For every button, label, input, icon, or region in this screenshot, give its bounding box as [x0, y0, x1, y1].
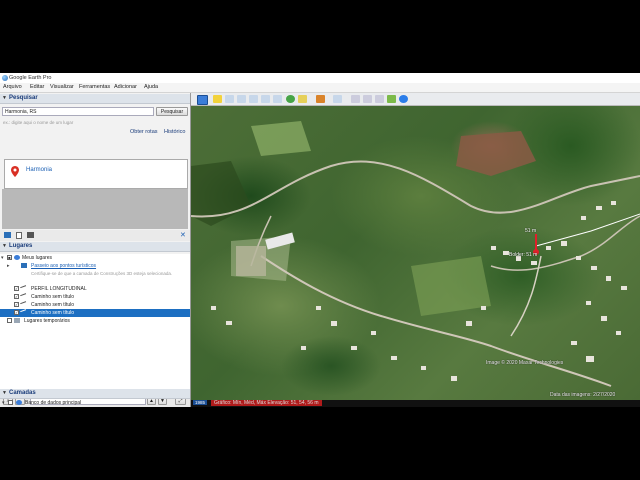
menu-adicionar[interactable]: Adicionar: [114, 84, 137, 90]
menu-bar: Arquivo Editar Visualizar Ferramentas Ad…: [0, 83, 640, 93]
checkbox[interactable]: ✓: [14, 286, 19, 291]
folder-icon[interactable]: [4, 232, 11, 238]
historical-imagery-icon[interactable]: [286, 95, 295, 103]
menu-arquivo[interactable]: Arquivo: [3, 84, 22, 90]
tree-item-profile[interactable]: ✓ PERFIL LONGITUDINAL: [0, 285, 190, 293]
tree-item-description: Certifique-se de que a camada de Constru…: [31, 271, 173, 276]
checkbox[interactable]: [7, 318, 12, 323]
checkbox[interactable]: ✓: [14, 310, 19, 315]
collapse-arrow-icon: ▼: [2, 243, 7, 249]
menu-visualizar[interactable]: Visualizar: [50, 84, 74, 90]
expand-icon[interactable]: ▸: [7, 263, 10, 269]
path-icon: [20, 293, 28, 301]
path-icon: [20, 285, 28, 293]
layers-item-label: Banco de dados principal: [25, 400, 82, 406]
earth-web-icon[interactable]: [399, 95, 408, 103]
status-bar: 1985 Gráfico: Mín, Méd, Máx Elevação: 51…: [191, 400, 640, 407]
google-earth-window: Google Earth Pro Arquivo Editar Visualiz…: [0, 73, 640, 407]
record-icon[interactable]: [273, 95, 282, 103]
placemark-icon[interactable]: [213, 95, 222, 103]
get-directions-link[interactable]: Obter rotas: [130, 129, 158, 135]
tree-item-label: PERFIL LONGITUDINAL: [31, 286, 87, 292]
search-button[interactable]: Pesquisar: [156, 107, 188, 116]
folder-icon: [21, 263, 27, 268]
layers-item-primary[interactable]: ▾ Banco de dados principal: [0, 399, 190, 407]
tree-item-temp[interactable]: Lugares temporários: [0, 317, 190, 325]
marker-caption: Bolder: 51 m: [509, 252, 538, 258]
path-icon: [20, 301, 28, 309]
tree-item-label: Meus lugares: [22, 255, 53, 261]
side-panel: ▼ Pesquisar Pesquisar ex.: digite aqui o…: [0, 93, 191, 407]
polygon-icon[interactable]: [225, 95, 234, 103]
menu-editar[interactable]: Editar: [30, 84, 44, 90]
tree-item-label: Lugares temporários: [24, 318, 70, 324]
globe-icon: [14, 255, 20, 260]
checkbox[interactable]: ■: [7, 255, 12, 260]
copy-icon[interactable]: [16, 232, 22, 239]
email-icon[interactable]: [351, 95, 360, 103]
search-hint: ex.: digite aqui o nome de um lugar: [3, 120, 74, 125]
places-header[interactable]: ▼ Lugares: [0, 242, 190, 252]
tree-item-label: Caminho sem título: [31, 294, 75, 300]
search-header[interactable]: ▼ Pesquisar: [0, 94, 190, 104]
collapse-arrow-icon: ▼: [2, 95, 7, 101]
search-result[interactable]: Harmonia: [4, 159, 188, 189]
tree-item-label: Caminho sem título: [31, 302, 75, 308]
expand-icon[interactable]: ▾: [2, 400, 5, 406]
path-icon: [20, 309, 28, 317]
map-imagery: [191, 121, 640, 387]
layers-header-label: Camadas: [9, 390, 36, 396]
tree-item-label: Caminho sem título: [31, 310, 75, 316]
results-area: [2, 189, 188, 229]
result-link[interactable]: Harmonia: [26, 167, 52, 173]
year-badge[interactable]: 1985: [193, 400, 208, 405]
sunlight-icon[interactable]: [298, 95, 307, 103]
tree-item-path-1[interactable]: ✓ Caminho sem título: [0, 293, 190, 301]
imagery-attribution: Image © 2020 Maxar Technologies: [486, 360, 564, 366]
title-bar: Google Earth Pro: [0, 73, 640, 83]
search-header-label: Pesquisar: [9, 95, 38, 101]
planet-icon[interactable]: [316, 95, 325, 103]
checkbox[interactable]: ✓: [14, 302, 19, 307]
elevation-marker-label: 51 m: [525, 228, 537, 234]
map-toolbar: [191, 93, 640, 106]
print-icon[interactable]: [27, 232, 34, 238]
google-earth-icon: [2, 75, 8, 81]
globe-icon: [16, 400, 22, 405]
menu-ferramentas[interactable]: Ferramentas: [79, 84, 110, 90]
tour-icon[interactable]: [261, 95, 270, 103]
places-tree: ▾ ■ Meus lugares ▸ Passeio aos pontos tu…: [0, 254, 190, 394]
tree-item-path-2[interactable]: ✓ Caminho sem título: [0, 301, 190, 309]
layers-header[interactable]: ▼ Camadas: [0, 389, 190, 399]
tree-item-my-places[interactable]: ▾ ■ Meus lugares: [0, 254, 190, 262]
window-title: Google Earth Pro: [9, 75, 52, 81]
search-input[interactable]: [2, 107, 154, 116]
places-header-label: Lugares: [9, 243, 33, 249]
save-image-icon[interactable]: [375, 95, 384, 103]
google-maps-icon[interactable]: [387, 95, 396, 103]
imagery-date: Data das imagens: 2/27/2020: [550, 392, 616, 398]
sidebar-toggle-icon[interactable]: [197, 95, 208, 105]
tree-item-path-3[interactable]: ✓ Caminho sem título: [0, 309, 190, 317]
satellite-map[interactable]: 51 m Bolder: 51 m Image © 2020 Maxar Tec…: [191, 106, 640, 401]
ruler-icon[interactable]: [333, 95, 342, 103]
tree-item-note: Certifique-se de que a camada de Constru…: [0, 270, 190, 284]
history-link[interactable]: Histórico: [164, 129, 185, 135]
close-search-icon[interactable]: ✕: [180, 231, 186, 239]
search-panel-toolbar: ✕: [0, 230, 190, 241]
elevation-profile-readout: Gráfico: Mín, Méd, Máx Elevação: 51, 54,…: [211, 400, 322, 406]
checkbox[interactable]: ✓: [14, 294, 19, 299]
menu-ajuda[interactable]: Ajuda: [144, 84, 158, 90]
print-icon[interactable]: [363, 95, 372, 103]
folder-icon: [14, 318, 20, 323]
checkbox[interactable]: [8, 400, 13, 405]
red-pin-icon: [11, 166, 19, 177]
path-tool-icon[interactable]: [237, 95, 246, 103]
expand-icon[interactable]: ▾: [1, 255, 4, 261]
collapse-arrow-icon: ▼: [2, 390, 7, 396]
tree-item-tour[interactable]: ▸ Passeio aos pontos turísticos: [0, 262, 190, 270]
tree-item-label[interactable]: Passeio aos pontos turísticos: [31, 263, 96, 269]
image-overlay-icon[interactable]: [249, 95, 258, 103]
